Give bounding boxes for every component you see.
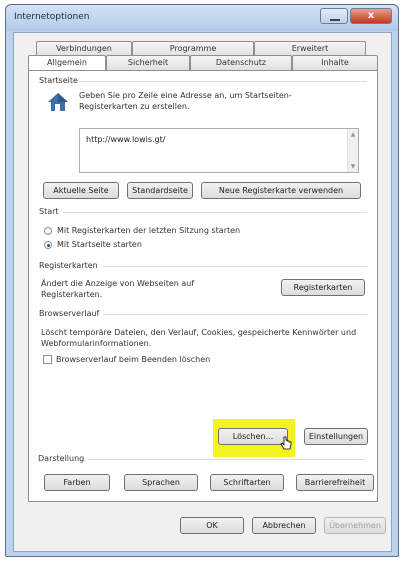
window-title: Internetoptionen [14, 12, 90, 22]
tab-inhalte[interactable]: Inhalte [292, 55, 378, 70]
radio-last-session[interactable] [44, 227, 52, 235]
radio-homepage-label: Mit Startseite starten [57, 240, 142, 249]
group-label-browserverlauf: Browserverlauf [39, 309, 100, 318]
divider [103, 314, 367, 315]
radio-last-session-label: Mit Registerkarten der letzten Sitzung s… [57, 226, 241, 235]
delete-on-exit-label: Browserverlauf beim Beenden löschen [56, 355, 211, 364]
tab-datenschutz[interactable]: Datenschutz [190, 55, 292, 70]
delete-on-exit-checkbox[interactable] [43, 355, 52, 364]
delete-history-button[interactable]: Löschen... [218, 428, 288, 445]
dialog-body: Verbindungen Programme Erweitert Allgeme… [13, 32, 392, 552]
new-tab-button[interactable]: Neue Registerkarte verwenden [201, 182, 361, 199]
tab-row-back: Verbindungen Programme Erweitert [36, 41, 366, 56]
history-settings-button[interactable]: Einstellungen [304, 428, 368, 445]
tab-sicherheit[interactable]: Sicherheit [106, 55, 190, 70]
home-icon [48, 93, 68, 111]
divider [103, 266, 367, 267]
title-bar[interactable]: Internetoptionen x [6, 5, 398, 31]
tab-erweitert[interactable]: Erweitert [254, 41, 366, 56]
scroll-down-icon[interactable]: ▼ [349, 163, 357, 170]
startseite-description: Geben Sie pro Zeile eine Adresse an, um … [79, 91, 292, 111]
registerkarten-description: Ändert die Anzeige von Webseiten auf Reg… [41, 279, 195, 299]
current-page-button[interactable]: Aktuelle Seite [43, 182, 119, 199]
accessibility-button[interactable]: Barrierefreiheit [296, 474, 374, 491]
divider [63, 212, 367, 213]
tab-row-front: Allgemein Sicherheit Datenschutz Inhalte [28, 55, 378, 71]
cancel-button[interactable]: Abbrechen [252, 517, 316, 534]
close-button[interactable]: x [350, 8, 392, 24]
group-label-startseite: Startseite [39, 76, 78, 85]
tab-programme[interactable]: Programme [132, 41, 254, 56]
group-label-darstellung: Darstellung [38, 454, 85, 463]
homepage-url-textarea[interactable]: http://www.lowis.gt/ ▲ ▼ [79, 128, 359, 173]
group-label-registerkarten: Registerkarten [39, 261, 98, 270]
colors-button[interactable]: Farben [44, 474, 110, 491]
group-label-start: Start [39, 207, 59, 216]
homepage-url-value: http://www.lowis.gt/ [86, 135, 166, 144]
divider [88, 459, 366, 460]
tabs-settings-button[interactable]: Registerkarten [281, 279, 365, 296]
dialog-window: Internetoptionen x Verbindungen Programm… [5, 4, 399, 557]
textarea-scrollbar[interactable]: ▲ ▼ [347, 129, 358, 172]
tab-allgemein[interactable]: Allgemein [28, 55, 106, 71]
languages-button[interactable]: Sprachen [124, 474, 198, 491]
default-page-button[interactable]: Standardseite [127, 182, 193, 199]
divider [79, 81, 367, 82]
fonts-button[interactable]: Schriftarten [210, 474, 284, 491]
minimize-icon [330, 19, 340, 21]
scroll-up-icon[interactable]: ▲ [349, 131, 357, 138]
hand-cursor-icon [280, 436, 292, 450]
browserverlauf-description: Löscht temporäre Dateien, den Verlauf, C… [41, 328, 357, 348]
ok-button[interactable]: OK [180, 517, 244, 534]
radio-homepage[interactable] [44, 241, 52, 249]
minimize-button[interactable] [320, 8, 348, 24]
apply-button[interactable]: Übernehmen [324, 517, 386, 534]
tab-verbindungen[interactable]: Verbindungen [36, 41, 132, 56]
